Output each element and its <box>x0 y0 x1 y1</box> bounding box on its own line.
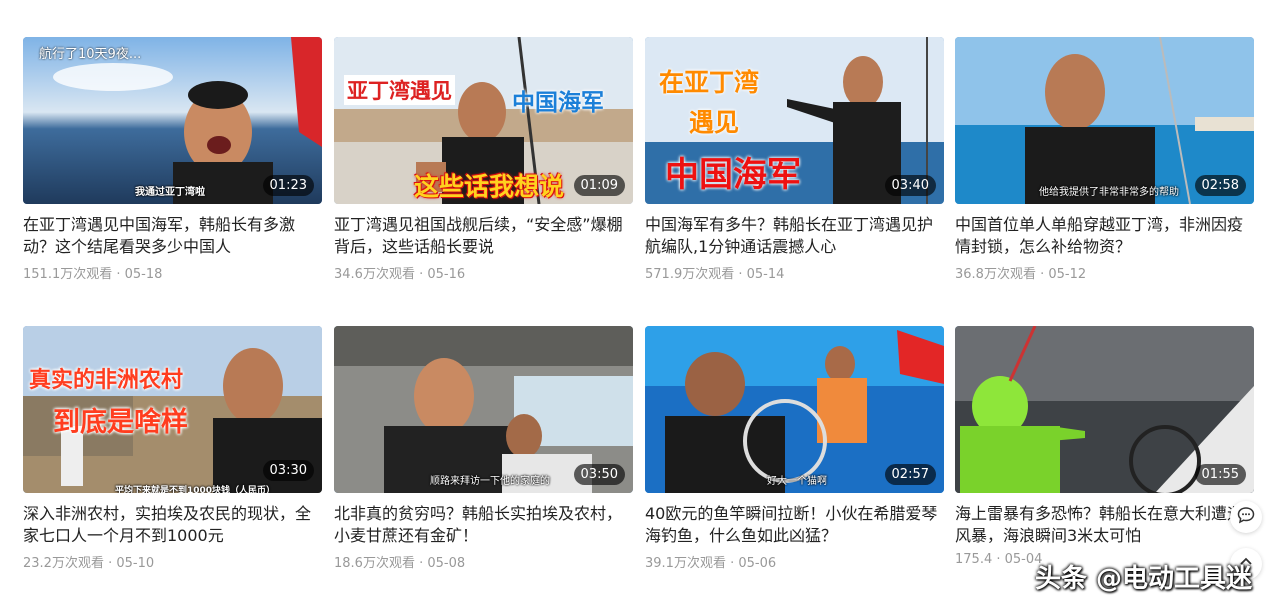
meta-separator: · <box>725 556 739 571</box>
view-count: 151.1万次观看 <box>23 267 113 282</box>
video-meta: 571.9万次观看 · 05-14 <box>645 263 944 282</box>
video-card[interactable]: 真实的非洲农村 到底是啥样 平均下来就是不到1000块钱（人民币） 03:30 … <box>23 326 322 571</box>
duration-badge: 02:57 <box>884 464 936 485</box>
watermark: 头条 @电动工具迷 <box>1034 564 1252 594</box>
duration-badge: 01:09 <box>573 175 625 196</box>
publish-date: 05-06 <box>738 556 777 571</box>
view-count: 39.1万次观看 <box>645 556 726 571</box>
thumbnail-overlay-text: 到底是啥样 <box>53 407 188 438</box>
view-count: 175.4 <box>955 552 993 567</box>
video-meta: 18.6万次观看 · 05-08 <box>334 552 633 571</box>
video-meta: 36.8万次观看 · 05-12 <box>955 263 1254 282</box>
duration-badge: 03:40 <box>884 175 936 196</box>
thumbnail-overlay-text: 在亚丁湾 <box>659 68 760 97</box>
thumbnail-overlay-text: 中国海军 <box>512 90 604 116</box>
video-title[interactable]: 海上雷暴有多恐怖？韩船长在意大利遭遇风暴，海浪瞬间3米太可怕 <box>955 503 1254 547</box>
video-meta: 34.6万次观看 · 05-16 <box>334 263 633 282</box>
video-meta: 23.2万次观看 · 05-10 <box>23 552 322 571</box>
view-count: 23.2万次观看 <box>23 556 104 571</box>
video-title[interactable]: 亚丁湾遇见祖国战舰后续，“安全感”爆棚背后，这些话船长要说 <box>334 214 633 258</box>
publish-date: 05-10 <box>116 556 155 571</box>
video-grid: 航行了10天9夜... 我通过亚丁湾啦 01:23 在亚丁湾遇见中国海军，韩船长… <box>0 0 1270 611</box>
duration-badge: 01:55 <box>1194 464 1246 485</box>
thumbnail-overlay-text: 航行了10天9夜... <box>39 47 142 62</box>
publish-date: 05-12 <box>1048 267 1087 282</box>
duration-badge: 01:23 <box>262 175 314 196</box>
thumbnail-caption: 顺路来拜访一下他的家庭的 <box>430 476 550 487</box>
meta-separator: · <box>414 556 428 571</box>
duration-badge: 02:58 <box>1194 175 1246 196</box>
chat-bubble-icon <box>1237 506 1255 528</box>
video-thumbnail[interactable]: 亚丁湾遇见 中国海军 这些话我想说 01:09 <box>334 37 633 204</box>
thumbnail-caption: 他给我提供了非常非常多的帮助 <box>1039 187 1179 198</box>
thumbnail-caption: 好大一个猫啊 <box>767 476 827 487</box>
thumbnail-overlay-text: 这些话我想说 <box>414 172 565 201</box>
video-meta: 39.1万次观看 · 05-06 <box>645 552 944 571</box>
meta-separator: · <box>1035 267 1049 282</box>
publish-date: 05-08 <box>427 556 466 571</box>
publish-date: 05-16 <box>427 267 466 282</box>
publish-date: 05-18 <box>124 267 163 282</box>
video-title[interactable]: 深入非洲农村，实拍埃及农民的现状，全家七口人一个月不到1000元 <box>23 503 322 547</box>
meta-separator: · <box>734 267 747 282</box>
duration-badge: 03:30 <box>262 460 314 481</box>
video-card[interactable]: 航行了10天9夜... 我通过亚丁湾啦 01:23 在亚丁湾遇见中国海军，韩船长… <box>23 37 322 282</box>
video-card[interactable]: 亚丁湾遇见 中国海军 这些话我想说 01:09 亚丁湾遇见祖国战舰后续，“安全感… <box>334 37 633 282</box>
video-title[interactable]: 在亚丁湾遇见中国海军，韩船长有多激动？这个结尾看哭多少中国人 <box>23 214 322 258</box>
view-count: 34.6万次观看 <box>334 267 415 282</box>
thumbnail-overlay-text: 真实的非洲农村 <box>29 368 184 393</box>
video-thumbnail[interactable]: 真实的非洲农村 到底是啥样 平均下来就是不到1000块钱（人民币） 03:30 <box>23 326 322 493</box>
video-thumbnail[interactable]: 01:55 <box>955 326 1254 493</box>
video-thumbnail[interactable]: 航行了10天9夜... 我通过亚丁湾啦 01:23 <box>23 37 322 204</box>
video-card[interactable]: 好大一个猫啊 02:57 40欧元的鱼竿瞬间拉断！小伙在希腊爱琴海钓鱼，什么鱼如… <box>645 326 944 571</box>
thumbnail-overlay-text: 亚丁湾遇见 <box>344 75 455 105</box>
meta-separator: · <box>992 552 1005 567</box>
video-thumbnail[interactable]: 顺路来拜访一下他的家庭的 03:50 <box>334 326 633 493</box>
video-thumbnail[interactable]: 他给我提供了非常非常多的帮助 02:58 <box>955 37 1254 204</box>
video-thumbnail[interactable]: 在亚丁湾 遇见 中国海军 03:40 <box>645 37 944 204</box>
video-thumbnail[interactable]: 好大一个猫啊 02:57 <box>645 326 944 493</box>
view-count: 18.6万次观看 <box>334 556 415 571</box>
video-card[interactable]: 顺路来拜访一下他的家庭的 03:50 北非真的贫穷吗？韩船长实拍埃及农村，小麦甘… <box>334 326 633 571</box>
view-count: 36.8万次观看 <box>955 267 1036 282</box>
chat-button[interactable] <box>1230 501 1262 533</box>
video-card[interactable]: 01:55 海上雷暴有多恐怖？韩船长在意大利遭遇风暴，海浪瞬间3米太可怕 175… <box>955 326 1254 567</box>
video-title[interactable]: 中国海军有多牛？韩船长在亚丁湾遇见护航编队,1分钟通话震撼人心 <box>645 214 944 258</box>
meta-separator: · <box>112 267 125 282</box>
meta-separator: · <box>103 556 117 571</box>
publish-date: 05-14 <box>746 267 785 282</box>
thumbnail-caption: 我通过亚丁湾啦 <box>135 187 205 198</box>
meta-separator: · <box>414 267 428 282</box>
thumbnail-overlay-text: 遇见 <box>689 108 740 137</box>
video-title[interactable]: 40欧元的鱼竿瞬间拉断！小伙在希腊爱琴海钓鱼，什么鱼如此凶猛？ <box>645 503 944 547</box>
video-title[interactable]: 中国首位单人单船穿越亚丁湾，非洲因疫情封锁，怎么补给物资？ <box>955 214 1254 258</box>
thumbnail-caption: 平均下来就是不到1000块钱（人民币） <box>115 486 276 493</box>
duration-badge: 03:50 <box>573 464 625 485</box>
video-card[interactable]: 他给我提供了非常非常多的帮助 02:58 中国首位单人单船穿越亚丁湾，非洲因疫情… <box>955 37 1254 282</box>
view-count: 571.9万次观看 <box>645 267 735 282</box>
video-meta: 151.1万次观看 · 05-18 <box>23 263 322 282</box>
video-card[interactable]: 在亚丁湾 遇见 中国海军 03:40 中国海军有多牛？韩船长在亚丁湾遇见护航编队… <box>645 37 944 282</box>
thumbnail-overlay-text: 中国海军 <box>665 155 801 195</box>
video-title[interactable]: 北非真的贫穷吗？韩船长实拍埃及农村，小麦甘蔗还有金矿！ <box>334 503 633 547</box>
